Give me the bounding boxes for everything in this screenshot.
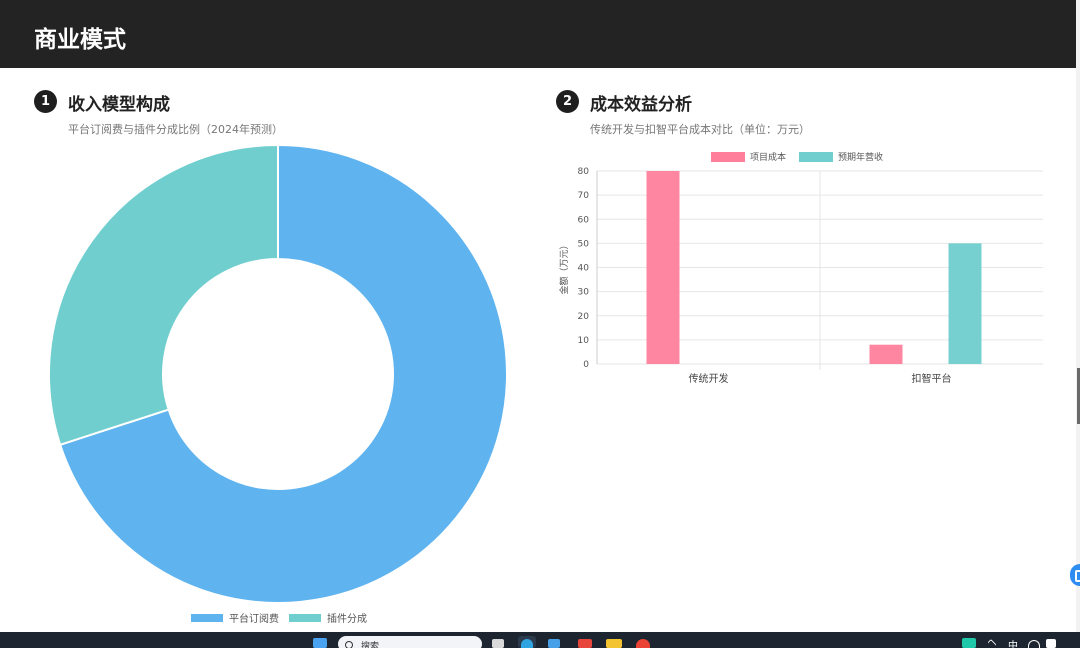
y-tick-label: 80 [578,167,590,177]
y-tick-label: 10 [578,336,590,346]
start-menu-icon[interactable] [313,638,327,648]
section-subtitle: 平台订阅费与插件分成比例（2024年预测） [68,123,283,136]
bar [646,171,680,364]
legend-swatch [711,152,745,162]
y-tick-label: 70 [578,191,590,201]
y-tick-label: 50 [578,239,590,249]
legend-label: 插件分成 [327,612,367,625]
section-title: 成本效益分析 [590,95,692,115]
taskbar-search-input[interactable] [338,636,482,648]
file-explorer-icon[interactable] [606,639,622,648]
cost-benefit-bar-chart[interactable]: 项目成本 预期年营收 0 10 20 30 40 50 60 70 80 金额（万元） 传统开发 扣智平台 [550,140,1070,400]
page-scrollbar-track[interactable] [1076,0,1080,632]
edge-logo-icon [521,639,533,648]
y-tick-label: 20 [578,312,590,322]
wps-icon[interactable] [578,639,592,648]
bar [948,243,982,364]
legend-label: 平台订阅费 [229,612,279,625]
y-tick-label: 40 [578,264,590,274]
search-icon [345,641,353,648]
legend-swatch [799,152,833,162]
page-title: 商业模式 [34,27,126,53]
legend-label: 项目成本 [750,151,786,163]
y-tick-label: 30 [578,288,590,298]
y-axis-label: 金额（万元） [558,240,570,294]
legend-label: 预期年营收 [838,151,883,163]
vscode-icon[interactable] [548,639,560,648]
taskbar [0,632,1080,648]
x-tick-label: 扣智平台 [912,372,952,385]
legend-swatch [289,614,321,622]
legend-swatch [191,614,223,622]
page-header: 商业模式 [0,0,1076,68]
bar [869,344,903,364]
x-tick-label: 传统开发 [689,372,729,385]
section-subtitle: 传统开发与扣智平台成本对比（单位：万元） [590,123,810,136]
volume-icon[interactable] [1046,639,1056,648]
y-tick-label: 60 [578,215,590,225]
section-number-badge: 2 [556,90,579,113]
task-view-icon[interactable] [492,639,504,648]
y-tick-label: 0 [583,360,589,370]
section-title: 收入模型构成 [68,95,170,115]
wifi-icon[interactable] [1028,640,1040,648]
taskbar-search-placeholder: 搜索 [361,642,380,648]
revenue-donut-chart[interactable]: 平台订阅费 插件分成 [30,138,530,632]
app-tray-icon[interactable] [962,638,976,648]
chrome-icon[interactable] [636,639,650,648]
section-number-badge: 1 [34,90,57,113]
donut-slice [48,143,279,447]
ime-indicator[interactable]: 中 [1008,637,1018,648]
